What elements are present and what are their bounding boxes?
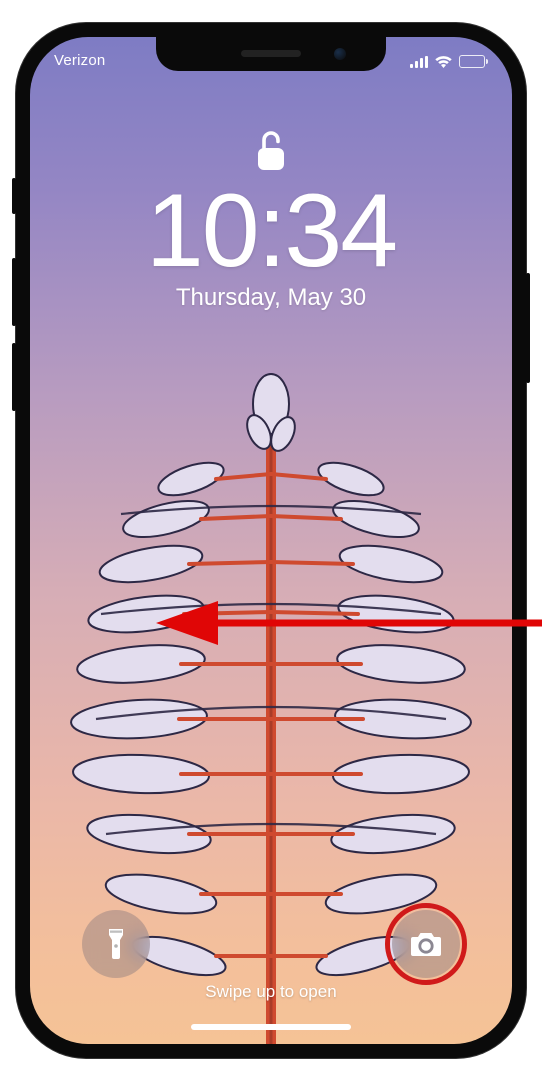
volume-down-button[interactable] xyxy=(12,343,16,411)
lock-screen[interactable]: Verizon xyxy=(30,37,512,1044)
flashlight-button[interactable] xyxy=(82,910,150,978)
flashlight-icon xyxy=(101,927,131,961)
clock-time: 10:34 xyxy=(30,177,512,286)
cellular-signal-icon xyxy=(410,56,428,68)
notch xyxy=(156,37,386,71)
phone-frame: Verizon xyxy=(16,23,526,1058)
earpiece xyxy=(241,50,301,57)
volume-up-button[interactable] xyxy=(12,258,16,326)
home-indicator[interactable] xyxy=(191,1024,351,1030)
wifi-icon xyxy=(434,55,453,69)
clock-block: 10:34 Thursday, May 30 xyxy=(30,177,512,312)
swipe-up-hint: Swipe up to open xyxy=(30,982,512,1002)
battery-icon xyxy=(459,55,488,68)
status-right xyxy=(410,53,488,69)
carrier-label: Verizon xyxy=(54,52,105,69)
unlock-icon xyxy=(254,127,288,180)
clock-date: Thursday, May 30 xyxy=(30,284,512,312)
front-camera xyxy=(334,48,346,60)
power-button[interactable] xyxy=(526,273,530,383)
camera-icon xyxy=(409,930,443,958)
camera-button[interactable] xyxy=(392,910,460,978)
mute-switch[interactable] xyxy=(12,178,16,214)
